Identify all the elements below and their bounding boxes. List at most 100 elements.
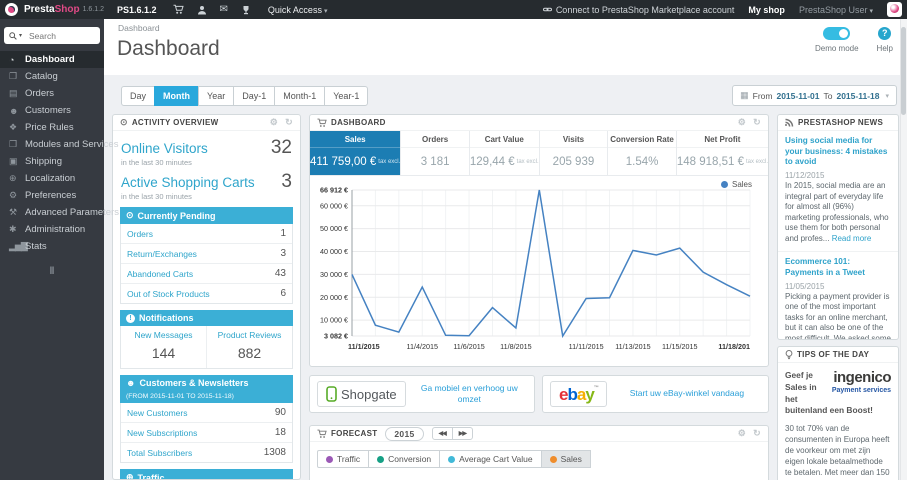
svg-text:11/18/201: 11/18/201 bbox=[718, 342, 750, 351]
pending-returns-link[interactable]: Return/Exchanges bbox=[127, 249, 197, 259]
active-carts-value: 3 bbox=[281, 171, 292, 192]
sidebar-item-preferences[interactable]: ⚙ Preferences bbox=[0, 187, 104, 204]
vertical-scrollbar[interactable] bbox=[900, 19, 907, 480]
dashboard-panel: DASHBOARD ⚙ ↻ Sales 411 759,00 € tax excl.… bbox=[309, 114, 769, 367]
read-more-link[interactable]: Read more bbox=[832, 234, 872, 243]
ebay-ad-link[interactable]: Start uw eBay-winkel vandaag bbox=[613, 388, 761, 399]
activity-overview-panel: ⊙ ACTIVITY OVERVIEW ⚙ ↻ Online Visitors 3… bbox=[112, 114, 301, 480]
dashboard-icon: ◔ bbox=[9, 54, 14, 65]
topbar: PrestaShop 1.6.1.2 PS1.6.1.2 ✉ Quick Acc… bbox=[0, 0, 907, 19]
sidebar-item-localization[interactable]: ⊕ Localization bbox=[0, 170, 104, 187]
exclamation-icon: ! bbox=[126, 313, 135, 323]
refresh-icon[interactable]: ↻ bbox=[753, 428, 761, 439]
svg-text:40 000 €: 40 000 € bbox=[320, 247, 348, 256]
notifications-header: ! Notifications bbox=[120, 310, 293, 326]
metric-cart-value[interactable]: Cart Value 129,44 € tax excl. bbox=[468, 131, 539, 175]
chart-legend-label: Sales bbox=[731, 180, 752, 189]
gear-icon[interactable]: ⚙ bbox=[738, 428, 746, 439]
sidebar-item-catalog[interactable]: ❐ Catalog bbox=[0, 68, 104, 85]
advanced-parameters-icon: ⚒ bbox=[9, 207, 17, 217]
ebay-logo[interactable]: ebay™ bbox=[550, 381, 607, 407]
abandoned-carts-link[interactable]: Abandoned Carts bbox=[127, 269, 193, 279]
new-subscriptions-link[interactable]: New Subscriptions bbox=[127, 428, 197, 438]
forecast-year[interactable]: 2015 bbox=[385, 426, 424, 441]
chart-legend[interactable]: Sales bbox=[720, 180, 752, 189]
metric-visits[interactable]: Visits 205 939 bbox=[538, 131, 608, 175]
tip-content: ingenico Payment services Geef je Sales … bbox=[778, 363, 898, 480]
forecast-conversion-button[interactable]: Conversion bbox=[368, 450, 441, 468]
news-article-title[interactable]: Ecommerce 101: Payments in a Tweet bbox=[785, 257, 891, 278]
metric-sales[interactable]: Sales 411 759,00 € tax excl. bbox=[310, 131, 401, 175]
sidebar-item-modules[interactable]: ❒ Modules and Services bbox=[0, 136, 118, 153]
next-year-button[interactable]: ▶▶ bbox=[451, 428, 472, 439]
tab-year-1[interactable]: Year-1 bbox=[324, 86, 369, 106]
quick-access-menu[interactable]: Quick Access ▾ bbox=[268, 5, 328, 15]
shopgate-logo[interactable]: Shopgate bbox=[317, 381, 406, 407]
sidebar-search[interactable]: ▾ bbox=[4, 27, 100, 44]
sidebar-item-orders[interactable]: ▤ Orders bbox=[0, 85, 104, 102]
help-icon[interactable]: ? bbox=[878, 27, 892, 40]
sidebar-menu: ◔ Dashboard ❐ Catalog ▤ Orders ☻ Customers ❖… bbox=[0, 51, 119, 255]
user-icon[interactable] bbox=[197, 5, 207, 15]
shopgate-ad-link[interactable]: Ga mobiel en verhoog uw omzet bbox=[412, 383, 527, 405]
user-menu[interactable]: PrestaShop User ▾ bbox=[799, 5, 873, 15]
ingenico-logo[interactable]: ingenico Payment services bbox=[832, 370, 892, 395]
sidebar-item-price-rules[interactable]: ❖ Price Rules bbox=[0, 119, 104, 136]
refresh-icon[interactable]: ↻ bbox=[285, 117, 293, 128]
ebay-ad: ebay™ Start uw eBay-winkel vandaag bbox=[542, 375, 769, 413]
cart-icon bbox=[317, 429, 327, 439]
trophy-icon[interactable] bbox=[241, 5, 251, 15]
forecast-traffic-button[interactable]: Traffic bbox=[317, 450, 370, 468]
collapse-sidebar-button[interactable]: ‖ bbox=[0, 266, 104, 277]
currently-pending-header: ⊙ Currently Pending bbox=[120, 207, 293, 224]
cart-icon[interactable] bbox=[173, 4, 184, 15]
search-input[interactable] bbox=[27, 29, 86, 42]
mail-icon[interactable]: ✉ bbox=[220, 4, 228, 15]
forecast-sales-button[interactable]: Sales bbox=[540, 450, 591, 468]
new-messages-link[interactable]: New Messages bbox=[121, 326, 206, 342]
online-visitors-link[interactable]: Online Visitors bbox=[121, 141, 271, 156]
breadcrumb[interactable]: Dashboard bbox=[118, 23, 160, 33]
tab-month[interactable]: Month bbox=[154, 86, 200, 106]
svg-text:66 912 €: 66 912 € bbox=[320, 186, 348, 195]
tab-day-1[interactable]: Day-1 bbox=[233, 86, 276, 106]
scrollbar-thumb[interactable] bbox=[901, 27, 906, 115]
demo-mode-toggle[interactable] bbox=[823, 27, 851, 40]
sidebar-item-shipping[interactable]: ▣ Shipping bbox=[0, 153, 104, 170]
svg-text:11/8/2015: 11/8/2015 bbox=[500, 342, 531, 351]
help-label: Help bbox=[876, 44, 893, 53]
metric-orders[interactable]: Orders 3 181 bbox=[400, 131, 469, 175]
metric-conversion-rate[interactable]: Conversion Rate 1.54% bbox=[607, 131, 676, 175]
my-shop-link[interactable]: My shop bbox=[748, 5, 785, 15]
sidebar-item-administration[interactable]: ✱ Administration bbox=[0, 221, 104, 238]
metric-net-profit[interactable]: Net Profit 148 918,51 € tax excl. bbox=[675, 131, 768, 175]
tab-year[interactable]: Year bbox=[198, 86, 235, 106]
gear-icon[interactable]: ⚙ bbox=[270, 117, 278, 128]
sidebar-item-dashboard[interactable]: ◔ Dashboard bbox=[0, 51, 104, 68]
traffic-header: ⊕ Traffic (FROM 2015-11-01 TO 2015-11-18… bbox=[120, 469, 293, 479]
product-reviews-link[interactable]: Product Reviews bbox=[207, 326, 292, 342]
news-article-title[interactable]: Using social media for your business: 4 … bbox=[785, 136, 891, 168]
new-customers-link[interactable]: New Customers bbox=[127, 408, 187, 418]
tab-month-1[interactable]: Month-1 bbox=[274, 86, 326, 106]
refresh-icon[interactable]: ↻ bbox=[753, 117, 761, 128]
date-range-picker[interactable]: ▦ From 2015-11-01 To 2015-11-18 ▾ bbox=[732, 85, 897, 106]
search-scope-caret[interactable]: ▾ bbox=[19, 32, 22, 39]
shop-name[interactable]: PS1.6.1.2 bbox=[117, 5, 157, 15]
forecast-avg-cart-button[interactable]: Average Cart Value bbox=[439, 450, 542, 468]
sidebar-item-advanced-parameters[interactable]: ⚒ Advanced Parameters bbox=[0, 204, 119, 221]
total-subscribers-link[interactable]: Total Subscribers bbox=[127, 448, 192, 458]
pending-orders-link[interactable]: Orders bbox=[127, 229, 153, 239]
tab-day[interactable]: Day bbox=[121, 86, 156, 106]
active-carts-link[interactable]: Active Shopping Carts bbox=[121, 175, 281, 190]
sidebar-item-stats[interactable]: ▂▅▇ Stats bbox=[0, 238, 104, 255]
prestashop-logo-icon bbox=[5, 3, 18, 16]
stats-icon: ▂▅▇ bbox=[9, 241, 28, 251]
marketplace-link[interactable]: Connect to PrestaShop Marketplace accoun… bbox=[542, 5, 734, 15]
sidebar-item-customers[interactable]: ☻ Customers bbox=[0, 102, 104, 119]
out-of-stock-link[interactable]: Out of Stock Products bbox=[127, 289, 210, 299]
previous-year-button[interactable]: ◀◀ bbox=[433, 428, 452, 439]
tips-of-the-day-panel: TIPS OF THE DAY ingenico Payment service… bbox=[777, 346, 899, 480]
gear-icon[interactable]: ⚙ bbox=[738, 117, 746, 128]
avatar[interactable] bbox=[887, 2, 902, 17]
